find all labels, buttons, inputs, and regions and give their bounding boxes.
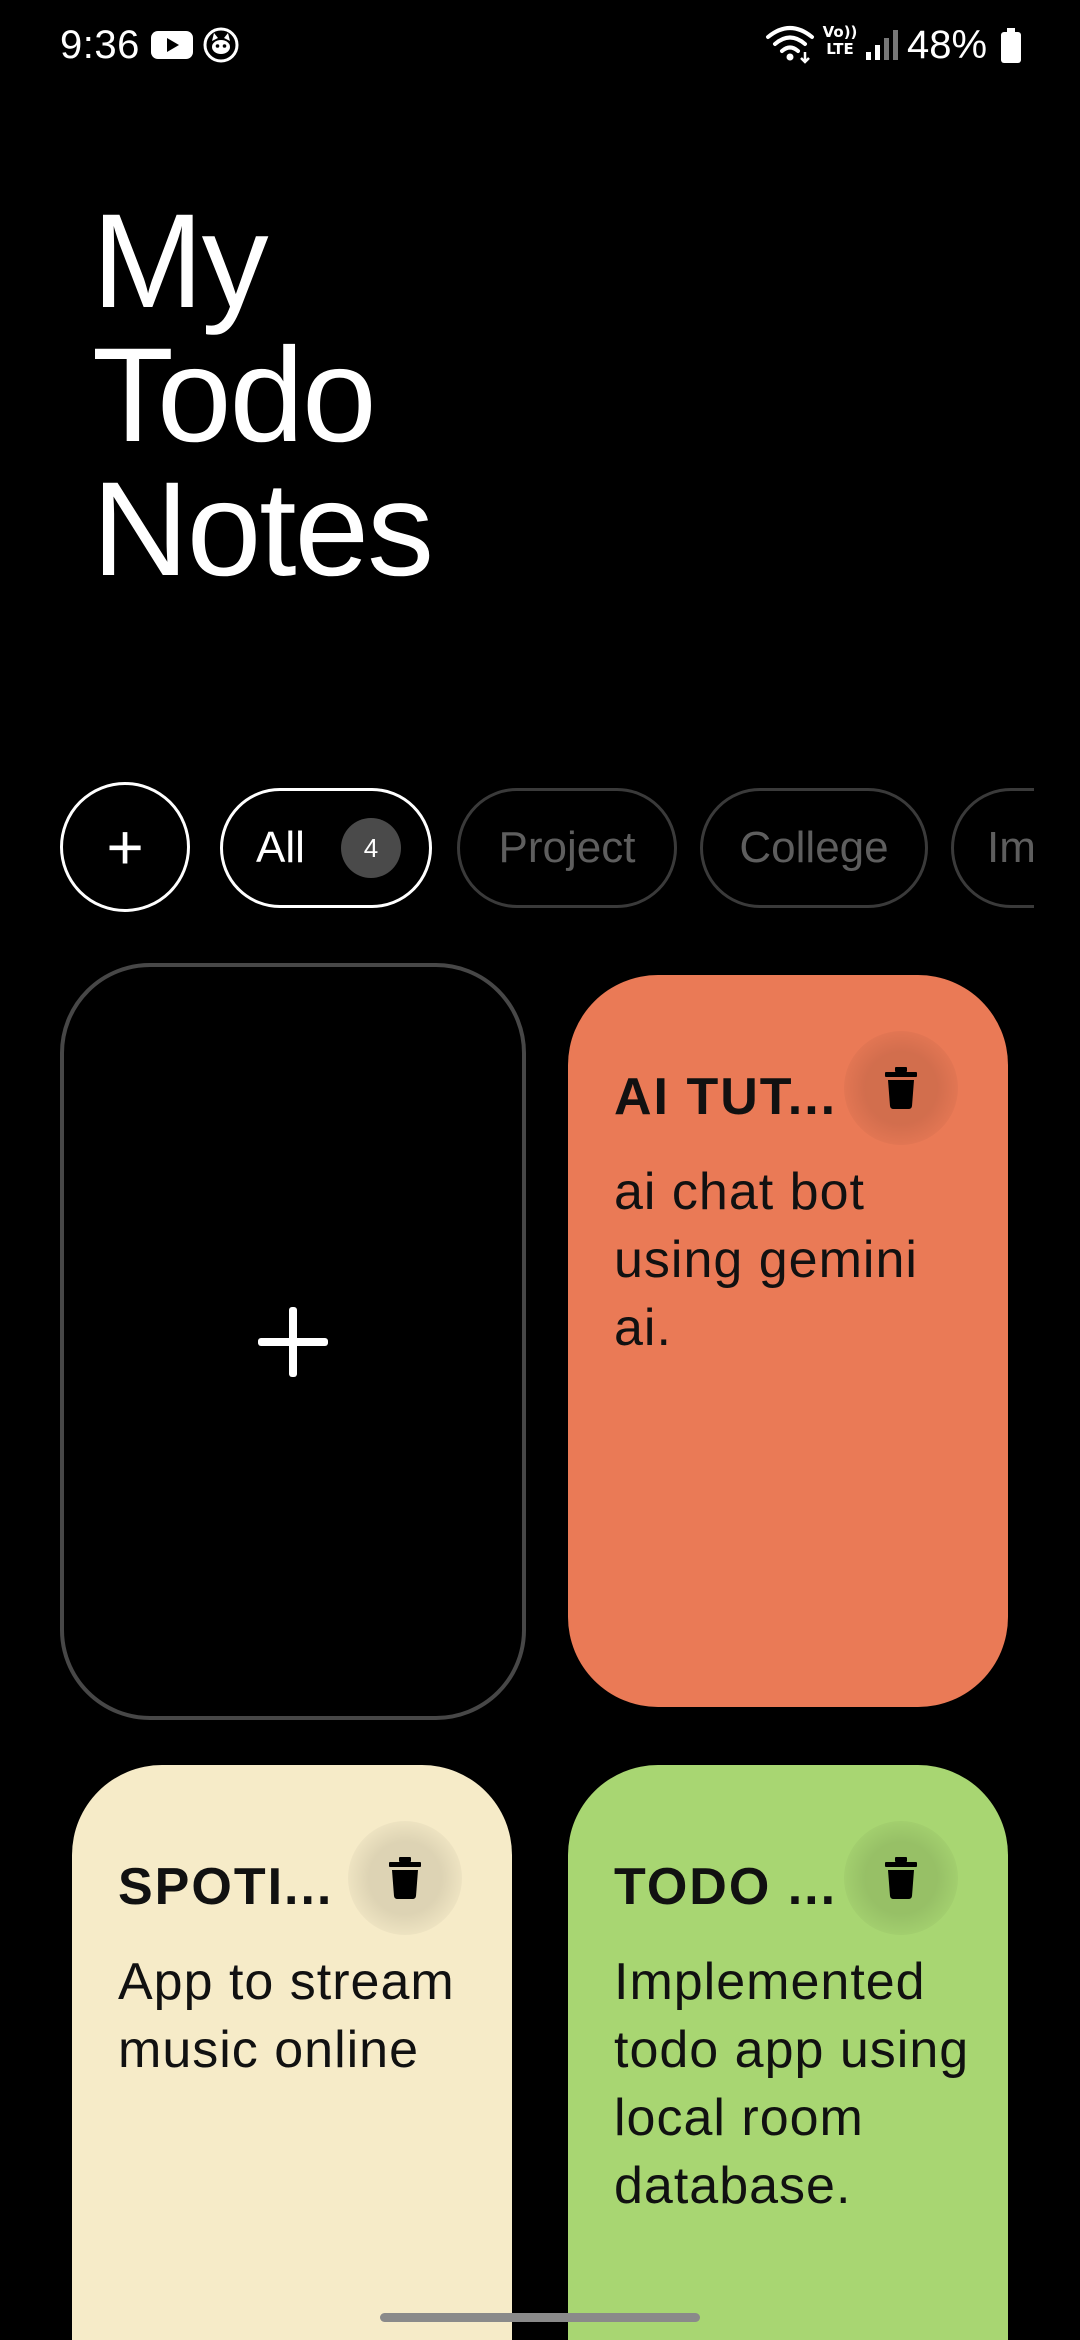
chip-important[interactable]: Im xyxy=(951,788,1034,908)
trash-icon xyxy=(885,1067,917,1109)
title-line: Todo xyxy=(92,321,377,470)
wifi-icon xyxy=(766,26,814,64)
trash-icon xyxy=(885,1857,917,1899)
status-time: 9:36 xyxy=(60,23,140,67)
note-card[interactable]: SPOTI... App to stream music online xyxy=(72,1765,512,2340)
chip-college[interactable]: College xyxy=(700,788,928,908)
delete-button[interactable] xyxy=(348,1821,462,1935)
note-card[interactable]: AI TUT... ai chat bot using gemini ai. xyxy=(568,975,1008,1707)
chip-label: Im xyxy=(987,823,1034,872)
page-title: My Todo Notes xyxy=(92,195,692,597)
status-bar: 9:36 Vo)) LTE 48% xyxy=(0,0,1080,90)
home-indicator[interactable] xyxy=(380,2313,700,2322)
add-category-button[interactable]: + xyxy=(60,782,190,912)
note-title: AI TUT... xyxy=(614,1068,838,1126)
volte-icon: Vo)) LTE xyxy=(822,23,858,58)
note-title: TODO ... xyxy=(614,1858,838,1916)
delete-button[interactable] xyxy=(844,1821,958,1935)
chip-count-badge: 4 xyxy=(341,818,401,878)
youtube-icon xyxy=(151,31,193,59)
chip-label: Project xyxy=(498,823,636,872)
plus-icon xyxy=(258,1306,328,1377)
battery-percent: 48% xyxy=(907,23,988,67)
chip-project[interactable]: Project xyxy=(457,788,677,908)
battery-icon xyxy=(1001,28,1021,63)
title-line: My xyxy=(92,187,269,336)
note-card[interactable]: TODO ... Implemented todo app using loca… xyxy=(568,1765,1008,2340)
category-filter-row: + All 4 Project College Im xyxy=(0,780,1034,916)
title-line: Notes xyxy=(92,455,434,604)
note-body: Implemented todo app using local room da… xyxy=(614,1953,970,2215)
delete-button[interactable] xyxy=(844,1031,958,1145)
cat-app-icon xyxy=(203,27,239,63)
add-note-card[interactable] xyxy=(60,963,526,1720)
note-title: SPOTI... xyxy=(118,1858,334,1916)
signal-icon xyxy=(866,30,898,60)
chip-label: College xyxy=(739,823,889,872)
trash-icon xyxy=(389,1857,421,1899)
note-body: ai chat bot using gemini ai. xyxy=(614,1163,918,1357)
chip-label: All xyxy=(256,823,305,872)
chip-all[interactable]: All 4 xyxy=(220,788,432,908)
note-body: App to stream music online xyxy=(118,1953,455,2079)
